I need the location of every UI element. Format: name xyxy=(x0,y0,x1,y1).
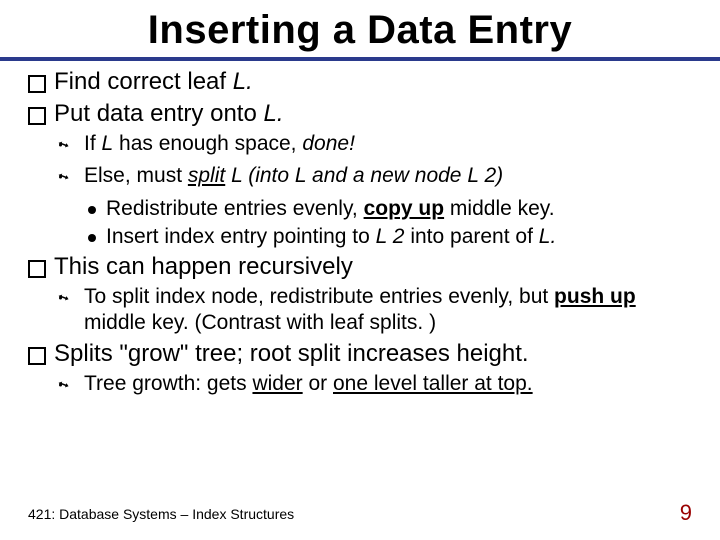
text: Else, must split L (into L and a new nod… xyxy=(84,163,503,189)
title-underline xyxy=(0,57,720,61)
t: middle key. (Contrast with leaf splits. … xyxy=(84,311,436,334)
text: To split index node, redistribute entrie… xyxy=(84,284,692,337)
hand-bullet-icon xyxy=(56,167,74,193)
t: or xyxy=(303,372,333,395)
dot-bullet-icon xyxy=(88,234,96,242)
t: split xyxy=(188,164,225,187)
t: has enough space, xyxy=(113,132,302,155)
slide-title: Inserting a Data Entry xyxy=(28,8,692,53)
page-number: 9 xyxy=(680,500,692,526)
t: Insert index entry pointing to xyxy=(106,225,376,248)
text: Redistribute entries evenly, copy up mid… xyxy=(106,196,555,222)
bullet-find-leaf: Find correct leaf L. xyxy=(28,67,692,97)
t: into parent of xyxy=(405,225,539,248)
subbullet-else-split: Else, must split L (into L and a new nod… xyxy=(56,163,692,193)
text: Find correct leaf L. xyxy=(54,67,253,97)
square-bullet-icon xyxy=(28,107,46,125)
t: wider xyxy=(252,372,302,395)
t: L xyxy=(102,132,114,155)
t: To split index node, redistribute entrie… xyxy=(84,285,554,308)
t: Find correct leaf xyxy=(54,68,233,95)
square-bullet-icon xyxy=(28,347,46,365)
subbullet-split-index: To split index node, redistribute entrie… xyxy=(56,284,692,337)
text: This can happen recursively xyxy=(54,252,353,282)
t: Tree growth: gets xyxy=(84,372,252,395)
hand-bullet-icon xyxy=(56,135,74,161)
text: If L has enough space, done! xyxy=(84,131,355,157)
bullet-recursive: This can happen recursively xyxy=(28,252,692,282)
t: done! xyxy=(302,132,355,155)
t: If xyxy=(84,132,102,155)
t: L. xyxy=(233,68,253,95)
t: L. xyxy=(539,225,557,248)
t: L. xyxy=(263,100,283,127)
t: push up xyxy=(554,285,636,308)
text: Insert index entry pointing to L 2 into … xyxy=(106,224,556,250)
square-bullet-icon xyxy=(28,75,46,93)
footer-course: 421: Database Systems – Index Structures xyxy=(28,506,294,522)
text: Splits "grow" tree; root split increases… xyxy=(54,339,529,369)
subsub-insert-index: Insert index entry pointing to L 2 into … xyxy=(88,224,692,250)
subbullet-tree-growth: Tree growth: gets wider or one level tal… xyxy=(56,371,692,401)
t: L 2 xyxy=(376,225,405,248)
dot-bullet-icon xyxy=(88,206,96,214)
text: Put data entry onto L. xyxy=(54,99,284,129)
t: middle key. xyxy=(444,197,555,220)
t: Redistribute entries evenly, xyxy=(106,197,364,220)
subsub-redistribute: Redistribute entries evenly, copy up mid… xyxy=(88,196,692,222)
slide: Inserting a Data Entry Find correct leaf… xyxy=(0,0,720,540)
hand-bullet-icon xyxy=(56,288,74,314)
subbullet-if-space: If L has enough space, done! xyxy=(56,131,692,161)
text: Tree growth: gets wider or one level tal… xyxy=(84,371,533,397)
t: L (into L and a new node L 2) xyxy=(225,164,503,187)
t: Else, must xyxy=(84,164,188,187)
square-bullet-icon xyxy=(28,260,46,278)
t: one level taller at top. xyxy=(333,372,533,395)
t: copy up xyxy=(364,197,445,220)
t: Put data entry onto xyxy=(54,100,263,127)
bullet-splits-grow: Splits "grow" tree; root split increases… xyxy=(28,339,692,369)
hand-bullet-icon xyxy=(56,375,74,401)
bullet-put-entry: Put data entry onto L. xyxy=(28,99,692,129)
